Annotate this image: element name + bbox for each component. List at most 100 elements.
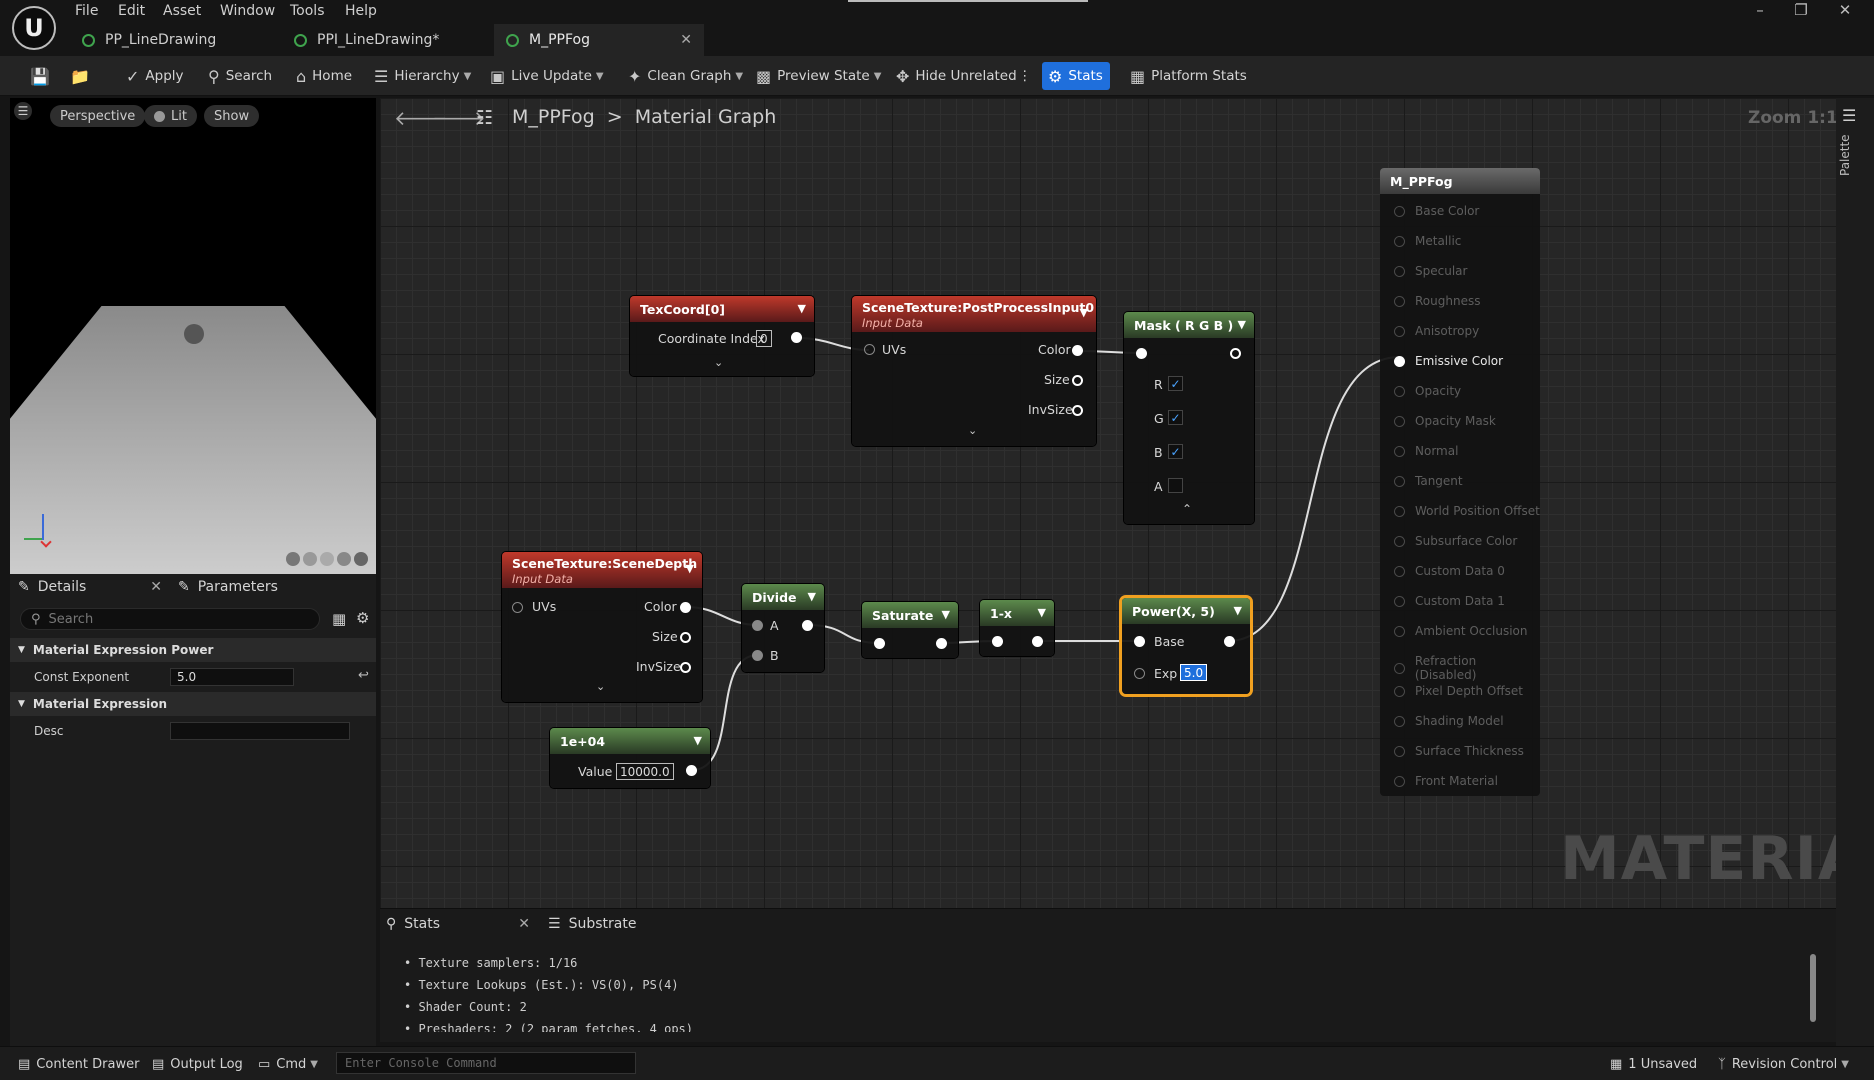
- node-saturate[interactable]: Saturate ▼: [862, 602, 958, 658]
- output-pin[interactable]: [1394, 265, 1405, 277]
- mask-r-checkbox[interactable]: ✓: [1168, 376, 1183, 391]
- output-pin-row[interactable]: Emissive Color: [1394, 354, 1503, 368]
- output-pin-row[interactable]: Metallic: [1394, 234, 1461, 248]
- size-output-pin[interactable]: [680, 632, 691, 643]
- coordinate-index-input[interactable]: 0: [756, 330, 772, 347]
- node-constant[interactable]: 1e+04 ▼ Value 10000.0: [550, 728, 710, 788]
- saturate-output-pin[interactable]: [936, 638, 947, 649]
- unsaved-button[interactable]: ▦ 1 Unsaved: [1610, 1054, 1697, 1074]
- output-pin-row[interactable]: Specular: [1394, 264, 1467, 278]
- output-pin-row[interactable]: Surface Thickness: [1394, 744, 1524, 758]
- node-header[interactable]: M_PPFog: [1380, 168, 1540, 194]
- size-output-pin[interactable]: [1072, 375, 1083, 386]
- palette-icon[interactable]: ☰: [1842, 106, 1856, 125]
- output-log-button[interactable]: ▤ Output Log: [152, 1054, 243, 1074]
- revision-control-button[interactable]: ᛉ Revision Control ▼: [1718, 1054, 1849, 1074]
- one-minus-output-pin[interactable]: [1032, 636, 1043, 647]
- chevron-down-icon[interactable]: ⌄: [596, 680, 605, 693]
- node-scenetexture-pp[interactable]: SceneTexture:PostProcessInput0 Input Data…: [852, 296, 1096, 446]
- chevron-up-icon[interactable]: ⌃: [1182, 502, 1192, 516]
- node-header[interactable]: Saturate ▼: [862, 602, 958, 628]
- tab-substrate[interactable]: ☰ Substrate: [548, 912, 698, 936]
- chevron-down-icon[interactable]: ⌄: [968, 424, 977, 437]
- output-pin[interactable]: [1394, 775, 1405, 787]
- power-exp-pin[interactable]: [1134, 668, 1145, 679]
- output-pin[interactable]: [1394, 625, 1405, 637]
- output-pin[interactable]: [1394, 685, 1405, 697]
- output-pin-row[interactable]: Custom Data 0: [1394, 564, 1505, 578]
- invsize-output-pin[interactable]: [1072, 405, 1083, 416]
- uvs-input-pin[interactable]: [864, 344, 875, 355]
- output-pin-row[interactable]: Base Color: [1394, 204, 1479, 218]
- output-pin-row[interactable]: Refraction (Disabled): [1394, 654, 1540, 682]
- node-texcoord[interactable]: TexCoord[0] ▼ Coordinate Index 0 ⌄: [630, 296, 814, 376]
- tab-stats[interactable]: ⚲ Stats ✕: [386, 912, 536, 936]
- node-header[interactable]: Mask ( R G B ) ▼: [1124, 312, 1254, 338]
- chevron-down-icon[interactable]: ⌄: [714, 356, 723, 369]
- node-header[interactable]: Divide ▼: [742, 584, 824, 610]
- output-pin[interactable]: [1394, 415, 1405, 427]
- chevron-down-icon[interactable]: ▼: [1080, 306, 1088, 319]
- node-scenetexture-depth[interactable]: SceneTexture:SceneDepth Input Data ▼ UVs C…: [502, 552, 702, 702]
- output-pin-row[interactable]: Tangent: [1394, 474, 1463, 488]
- mask-input-pin[interactable]: [1136, 348, 1147, 359]
- mask-g-checkbox[interactable]: ✓: [1168, 410, 1183, 425]
- content-drawer-button[interactable]: ▤ Content Drawer: [18, 1054, 139, 1074]
- node-mask[interactable]: Mask ( R G B ) ▼ R ✓ G ✓ B ✓ A ⌃: [1124, 312, 1254, 524]
- output-pin-row[interactable]: Subsurface Color: [1394, 534, 1517, 548]
- node-one-minus[interactable]: 1-x ▼: [980, 600, 1054, 656]
- output-pin-row[interactable]: Opacity: [1394, 384, 1461, 398]
- mask-a-checkbox[interactable]: [1168, 478, 1183, 493]
- color-output-pin[interactable]: [1072, 345, 1083, 356]
- node-header[interactable]: 1-x ▼: [980, 600, 1054, 626]
- output-pin-row[interactable]: Opacity Mask: [1394, 414, 1496, 428]
- divide-b-pin[interactable]: [752, 650, 763, 661]
- output-pin-row[interactable]: Custom Data 1: [1394, 594, 1505, 608]
- output-pin[interactable]: [1394, 205, 1405, 217]
- divide-a-pin[interactable]: [752, 620, 763, 631]
- node-header[interactable]: Power(X, 5) ▼: [1122, 598, 1250, 624]
- node-header[interactable]: SceneTexture:PostProcessInput0 Input Data…: [852, 296, 1096, 332]
- mask-output-pin[interactable]: [1230, 348, 1241, 359]
- power-exp-input[interactable]: 5.0: [1180, 664, 1208, 681]
- output-pin[interactable]: [1394, 565, 1405, 577]
- node-divide[interactable]: Divide ▼ A B: [742, 584, 824, 672]
- chevron-down-icon[interactable]: ▼: [1038, 606, 1046, 619]
- output-pin[interactable]: [1394, 715, 1405, 727]
- palette-tab[interactable]: Palette: [1838, 134, 1852, 176]
- output-pin[interactable]: [1394, 445, 1405, 457]
- constant-output-pin[interactable]: [686, 765, 697, 776]
- stats-scrollbar[interactable]: [1810, 954, 1816, 1022]
- node-material-output[interactable]: M_PPFog Base Color Metallic Specular Roughn…: [1380, 168, 1540, 796]
- output-pin-row[interactable]: World Position Offset: [1394, 504, 1540, 518]
- node-header[interactable]: SceneTexture:SceneDepth Input Data ▼: [502, 552, 702, 588]
- chevron-down-icon[interactable]: ▼: [694, 734, 702, 747]
- saturate-input-pin[interactable]: [874, 638, 885, 649]
- chevron-down-icon[interactable]: ▼: [686, 562, 694, 575]
- power-base-pin[interactable]: [1134, 636, 1145, 647]
- chevron-down-icon[interactable]: ▼: [1234, 604, 1242, 617]
- power-output-pin[interactable]: [1224, 636, 1235, 647]
- close-stats-icon[interactable]: ✕: [518, 916, 530, 932]
- node-header[interactable]: TexCoord[0] ▼: [630, 296, 814, 322]
- output-pin-row[interactable]: Ambient Occlusion: [1394, 624, 1527, 638]
- node-header[interactable]: 1e+04 ▼: [550, 728, 710, 754]
- chevron-down-icon[interactable]: ▼: [942, 608, 950, 621]
- output-pin[interactable]: [1394, 355, 1405, 367]
- output-pin[interactable]: [1394, 325, 1405, 337]
- invsize-output-pin[interactable]: [680, 662, 691, 673]
- output-pin-row[interactable]: Shading Model: [1394, 714, 1504, 728]
- chevron-down-icon[interactable]: ▼: [1238, 318, 1246, 331]
- output-pin[interactable]: [1394, 475, 1405, 487]
- one-minus-input-pin[interactable]: [992, 636, 1003, 647]
- output-pin[interactable]: [1394, 385, 1405, 397]
- output-pin[interactable]: [1394, 505, 1405, 517]
- output-pin-row[interactable]: Roughness: [1394, 294, 1480, 308]
- output-pin-row[interactable]: Normal: [1394, 444, 1458, 458]
- output-pin[interactable]: [1394, 535, 1405, 547]
- uvs-input-pin[interactable]: [512, 602, 523, 613]
- output-pin[interactable]: [1394, 295, 1405, 307]
- chevron-down-icon[interactable]: ▼: [798, 302, 806, 315]
- output-pin-row[interactable]: Front Material: [1394, 774, 1498, 788]
- unreal-logo-icon[interactable]: U: [12, 6, 56, 50]
